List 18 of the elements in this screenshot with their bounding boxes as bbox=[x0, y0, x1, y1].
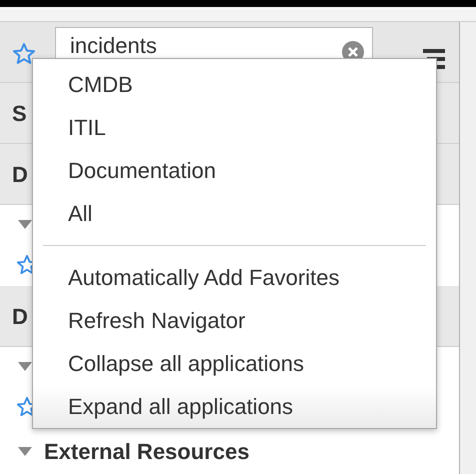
group-title[interactable]: External Resources bbox=[44, 434, 250, 468]
triangle-icon[interactable] bbox=[18, 362, 32, 371]
menu-item[interactable]: CMDB bbox=[33, 63, 436, 106]
search-text: incidents bbox=[70, 35, 157, 57]
triangle-icon[interactable] bbox=[18, 220, 32, 229]
menu-item[interactable]: ITIL bbox=[33, 106, 436, 149]
menu-item[interactable]: Expand all applications bbox=[33, 385, 436, 428]
scrollbar[interactable] bbox=[459, 22, 476, 474]
triangle-icon[interactable] bbox=[18, 446, 32, 456]
section-title: D bbox=[12, 302, 28, 330]
menu-item[interactable]: Refresh Navigator bbox=[33, 299, 436, 342]
menu-item[interactable]: Collapse all applications bbox=[33, 342, 436, 385]
section-title: S bbox=[12, 100, 27, 128]
menu-item[interactable]: Automatically Add Favorites bbox=[33, 256, 436, 299]
section-title: D bbox=[12, 160, 28, 188]
menu-item[interactable]: Documentation bbox=[33, 149, 436, 192]
menu-item[interactable]: All bbox=[33, 192, 436, 235]
star-icon[interactable] bbox=[12, 42, 36, 66]
